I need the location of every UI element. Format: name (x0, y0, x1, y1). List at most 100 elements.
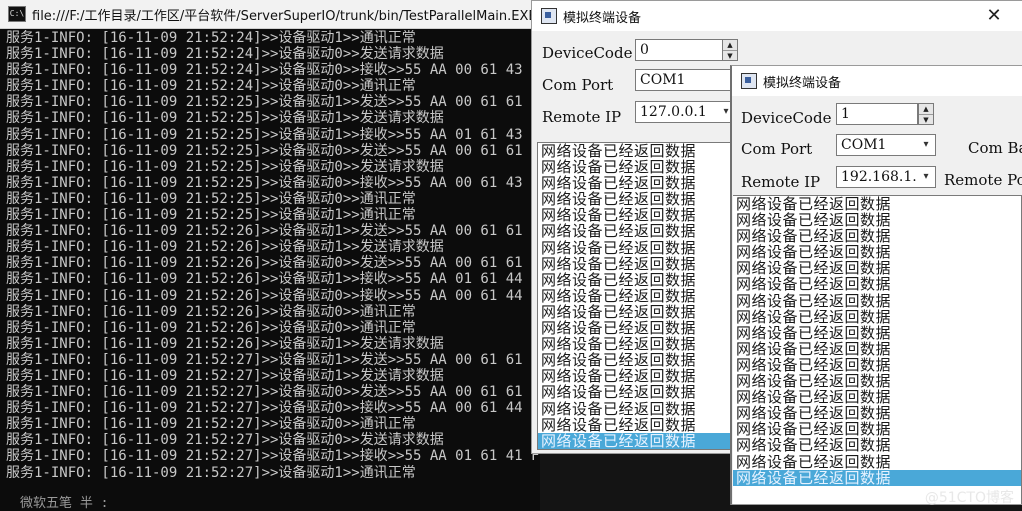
simulator-titlebar-1[interactable]: 模拟终端设备 ✕ (532, 1, 1022, 31)
remote-ip-label: Remote IP (741, 173, 821, 191)
list-item[interactable]: 网络设备已经返回数据 (733, 389, 1021, 405)
window-title: 模拟终端设备 (763, 75, 842, 91)
response-list-2[interactable]: 网络设备已经返回数据 网络设备已经返回数据 网络设备已经返回数据 网络设备已经返回数据… (733, 195, 1022, 504)
close-icon: ✕ (986, 5, 1002, 26)
device-code-spinner[interactable]: ▲ ▼ (918, 103, 934, 125)
app-icon (741, 73, 757, 89)
device-code-input[interactable]: 1 (836, 103, 918, 125)
list-item[interactable]: 网络设备已经返回数据 (733, 228, 1021, 244)
log-line: 服务1-INFO: [16-11-09 21:52:26]>>设备驱动0>>发送… (6, 255, 523, 272)
chevron-down-icon[interactable]: ▾ (918, 167, 934, 187)
list-item[interactable]: 网络设备已经返回数据 (733, 373, 1021, 389)
log-line: 服务1-INFO: [16-11-09 21:52:26]>>设备驱动1>>发送… (6, 223, 523, 240)
device-code-input[interactable]: 0 (635, 39, 723, 61)
log-line: 服务1-INFO: [16-11-09 21:52:25]>>设备驱动0>>通讯… (6, 190, 416, 207)
log-line: 服务1-INFO: [16-11-09 21:52:27]>>设备驱动1>>发送… (6, 351, 523, 368)
list-item[interactable]: 网络设备已经返回数据 (538, 384, 730, 400)
log-line: 服务1-INFO: [16-11-09 21:52:25]>>设备驱动1>>接收… (6, 126, 523, 143)
response-list-1[interactable]: 网络设备已经返回数据 网络设备已经返回数据 网络设备已经返回数据 网络设备已经返回数据… (537, 142, 731, 450)
log-line: 服务1-INFO: [16-11-09 21:52:27]>>设备驱动1>>接收… (6, 448, 540, 465)
log-line: 服务1-INFO: [16-11-09 21:52:26]>>设备驱动1>>接收… (6, 271, 523, 288)
spin-down-icon[interactable]: ▼ (723, 51, 737, 61)
list-item[interactable]: 网络设备已经返回数据 (538, 304, 730, 320)
list-item[interactable]: 网络设备已经返回数据 (538, 159, 730, 175)
list-item[interactable]: 网络设备已经返回数据 (733, 244, 1021, 260)
list-item[interactable]: 网络设备已经返回数据 (538, 240, 730, 256)
console-log: 服务1-INFO: [16-11-09 21:52:24]>>设备驱动1>>通讯… (6, 30, 540, 511)
list-item[interactable]: 网络设备已经返回数据 (538, 207, 730, 223)
list-item[interactable]: 网络设备已经返回数据 (538, 143, 730, 159)
console-window: C:\ file:///F:/工作目录/工作区/平台软件/ServerSuper… (0, 0, 540, 511)
list-item[interactable]: 网络设备已经返回数据 (538, 400, 730, 417)
list-item[interactable]: 网络设备已经返回数据 (733, 357, 1021, 373)
log-line: 服务1-INFO: [16-11-09 21:52:24]>>设备驱动0>>发送… (6, 46, 444, 63)
app-icon (541, 8, 557, 24)
log-line: 服务1-INFO: [16-11-09 21:52:25]>>设备驱动0>>发送… (6, 142, 523, 159)
device-code-label: DeviceCode (741, 109, 832, 127)
log-line: 服务1-INFO: [16-11-09 21:52:26]>>设备驱动0>>通讯… (6, 303, 416, 320)
list-item[interactable]: 网络设备已经返回数据 (733, 212, 1021, 228)
list-item[interactable]: 网络设备已经返回数据 (733, 196, 1021, 212)
console-titlebar[interactable]: C:\ file:///F:/工作目录/工作区/平台软件/ServerSuper… (0, 0, 540, 29)
log-line: 服务1-INFO: [16-11-09 21:52:24]>>设备驱动1>>通讯… (6, 30, 416, 46)
console-title: file:///F:/工作目录/工作区/平台软件/ServerSuperIO/t… (32, 8, 537, 24)
log-line: 服务1-INFO: [16-11-09 21:52:27]>>设备驱动0>>通讯… (6, 416, 416, 433)
log-line: 服务1-INFO: [16-11-09 21:52:25]>>设备驱动1>>发送… (6, 110, 444, 127)
log-line: 服务1-INFO: [16-11-09 21:52:26]>>设备驱动1>>发送… (6, 335, 444, 352)
list-item[interactable]: 网络设备已经返回数据 (538, 175, 730, 191)
com-port-label: Com Port (542, 76, 614, 94)
list-item[interactable]: 网络设备已经返回数据 (538, 368, 730, 384)
log-line: 服务1-INFO: [16-11-09 21:52:25]>>设备驱动0>>接收… (6, 174, 523, 191)
list-item[interactable]: 网络设备已经返回数据 (733, 276, 1021, 292)
list-item[interactable]: 网络设备已经返回数据 (538, 352, 730, 368)
remote-port-label: Remote Por (944, 171, 1022, 189)
console-app-icon: C:\ (8, 6, 26, 22)
simulator-titlebar-2[interactable]: 模拟终端设备 (732, 66, 1022, 96)
com-port-select[interactable]: COM1 (635, 69, 735, 91)
ime-status-bar: 微软五笔 半 : (20, 496, 109, 511)
list-item[interactable]: 网络设备已经返回数据 (733, 325, 1021, 341)
list-item[interactable]: 网络设备已经返回数据 (538, 272, 730, 288)
list-item[interactable]: 网络设备已经返回数据 (733, 309, 1021, 325)
simulator-window-2: 模拟终端设备 DeviceCode 1 ▲ ▼ Com Port COM1 ▾ C… (730, 65, 1022, 505)
log-line: 服务1-INFO: [16-11-09 21:52:26]>>设备驱动1>>发送… (6, 239, 444, 256)
list-item[interactable]: 网络设备已经返回数据 (538, 223, 730, 239)
log-line: 服务1-INFO: [16-11-09 21:52:24]>>设备驱动0>>接收… (6, 62, 523, 79)
spin-up-icon[interactable]: ▲ (919, 104, 933, 115)
device-code-label: DeviceCode (542, 44, 633, 62)
list-item[interactable]: 网络设备已经返回数据 (733, 405, 1021, 421)
list-item[interactable]: 网络设备已经返回数据 (733, 437, 1021, 453)
watermark: @51CTO博客 (924, 490, 1014, 506)
list-item[interactable]: 网络设备已经返回数据 (538, 417, 730, 433)
log-line: 服务1-INFO: [16-11-09 21:52:25]>>设备驱动1>>通讯… (6, 207, 416, 224)
list-item[interactable]: 网络设备已经返回数据 (733, 260, 1021, 276)
list-item[interactable]: 网络设备已经返回数据 (733, 421, 1021, 437)
remote-ip-label: Remote IP (542, 108, 622, 126)
spin-up-icon[interactable]: ▲ (723, 40, 737, 51)
log-line: 服务1-INFO: [16-11-09 21:52:25]>>设备驱动0>>发送… (6, 158, 444, 175)
list-item[interactable]: 网络设备已经返回数据 (538, 433, 730, 449)
com-baud-label: Com Bau (968, 139, 1022, 157)
log-line: 服务1-INFO: [16-11-09 21:52:27]>>设备驱动0>>接收… (6, 400, 523, 417)
list-item[interactable]: 网络设备已经返回数据 (538, 336, 730, 352)
list-item[interactable]: 网络设备已经返回数据 (538, 288, 730, 304)
log-line: 服务1-INFO: [16-11-09 21:52:26]>>设备驱动0>>通讯… (6, 319, 416, 336)
list-item[interactable]: 网络设备已经返回数据 (733, 453, 1021, 470)
log-line: 服务1-INFO: [16-11-09 21:52:27]>>设备驱动0>>发送… (6, 384, 523, 401)
list-item[interactable]: 网络设备已经返回数据 (538, 191, 730, 207)
com-port-label: Com Port (741, 140, 813, 158)
list-item[interactable]: 网络设备已经返回数据 (733, 293, 1021, 309)
log-line: 服务1-INFO: [16-11-09 21:52:27]>>设备驱动1>>通讯… (6, 464, 416, 481)
chevron-down-icon[interactable]: ▾ (918, 135, 934, 155)
list-item[interactable]: 网络设备已经返回数据 (733, 341, 1021, 357)
log-line: 服务1-INFO: [16-11-09 21:52:25]>>设备驱动1>>发送… (6, 94, 523, 111)
list-item[interactable]: 网络设备已经返回数据 (538, 320, 730, 336)
log-line: 服务1-INFO: [16-11-09 21:52:26]>>设备驱动0>>接收… (6, 287, 523, 304)
device-code-spinner[interactable]: ▲ ▼ (722, 39, 738, 61)
log-line: 服务1-INFO: [16-11-09 21:52:24]>>设备驱动0>>通讯… (6, 78, 416, 95)
list-item[interactable]: 网络设备已经返回数据 (538, 256, 730, 272)
log-line: 服务1-INFO: [16-11-09 21:52:27]>>设备驱动0>>发送… (6, 432, 444, 449)
close-button[interactable]: ✕ (971, 1, 1017, 31)
spin-down-icon[interactable]: ▼ (919, 115, 933, 125)
list-item[interactable]: 网络设备已经返回数据 (733, 470, 1021, 486)
